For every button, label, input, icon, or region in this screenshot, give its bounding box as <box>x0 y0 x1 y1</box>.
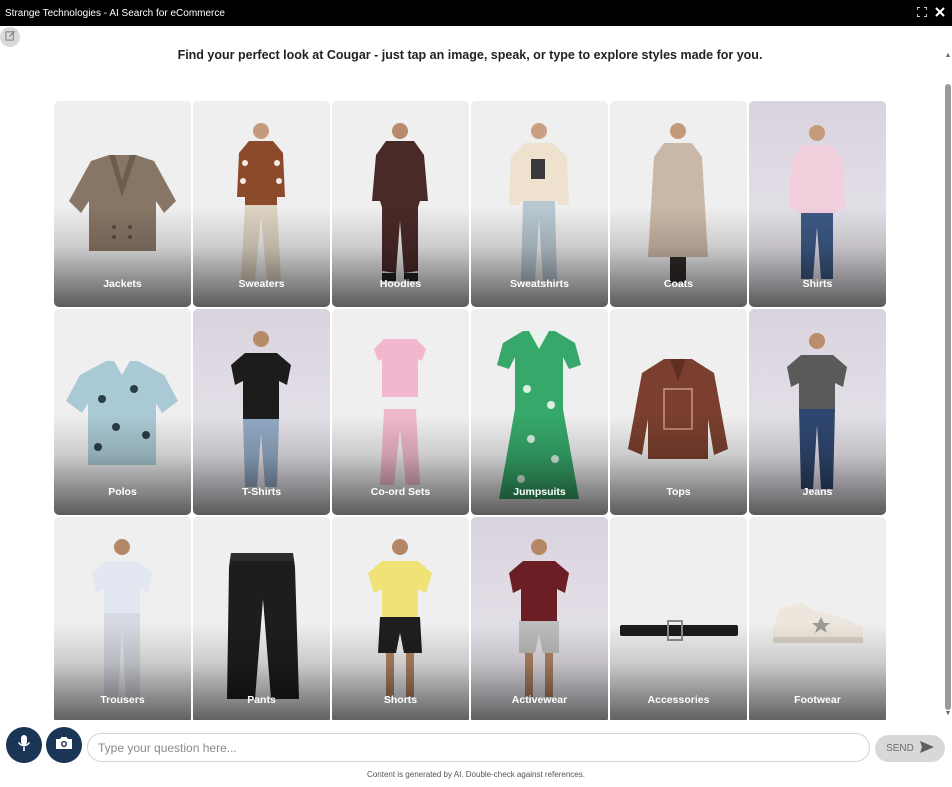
category-tile-accessories[interactable]: Accessories <box>610 517 747 720</box>
scroll-up-icon[interactable]: ▲ <box>944 52 952 60</box>
category-label: Jeans <box>802 486 833 498</box>
page-headline: Find your perfect look at Cougar - just … <box>177 48 763 62</box>
category-label: T-Shirts <box>241 486 282 498</box>
category-label: Shorts <box>383 694 418 706</box>
category-tile-jackets[interactable]: Jackets <box>54 101 191 307</box>
category-label: Footwear <box>794 694 841 706</box>
category-tile-tops[interactable]: Tops <box>610 309 747 515</box>
scroll-down-icon[interactable]: ▼ <box>944 710 952 718</box>
expand-icon[interactable] <box>916 6 928 18</box>
image-search-button[interactable] <box>46 727 82 763</box>
category-tile-jumpsuits[interactable]: Jumpsuits <box>471 309 608 515</box>
scrollbar-thumb[interactable] <box>945 84 951 710</box>
send-label: SEND <box>886 743 914 754</box>
send-button[interactable]: SEND <box>875 735 945 762</box>
category-label: Trousers <box>100 694 145 706</box>
category-grid: Jackets Sweaters Hoodies Sweatshirts Coa… <box>54 101 886 720</box>
edit-icon <box>4 28 16 46</box>
question-input[interactable] <box>87 733 870 762</box>
category-tile-coats[interactable]: Coats <box>610 101 747 307</box>
category-label: Tops <box>666 486 691 498</box>
category-label: Accessories <box>647 694 710 706</box>
ai-disclaimer: Content is generated by AI. Double-check… <box>367 770 585 779</box>
category-label: Activewear <box>511 694 568 706</box>
category-tile-footwear[interactable]: Footwear <box>749 517 886 720</box>
category-label: Jackets <box>103 278 142 290</box>
category-tile-polos[interactable]: Polos <box>54 309 191 515</box>
new-chat-button[interactable] <box>0 27 20 47</box>
category-label: Sweaters <box>238 278 285 290</box>
camera-icon <box>55 736 73 755</box>
category-label: Shirts <box>802 278 833 290</box>
category-tile-jeans[interactable]: Jeans <box>749 309 886 515</box>
window-title: Strange Technologies - AI Search for eCo… <box>5 7 225 19</box>
category-label: Co-ord Sets <box>370 486 431 498</box>
category-tile-sweatshirts[interactable]: Sweatshirts <box>471 101 608 307</box>
category-label: Pants <box>247 694 276 706</box>
send-icon <box>919 741 934 756</box>
category-tile-shirts[interactable]: Shirts <box>749 101 886 307</box>
category-label: Coats <box>663 278 694 290</box>
category-label: Hoodies <box>379 278 422 290</box>
category-label: Jumpsuits <box>513 486 566 498</box>
category-tile-sweaters[interactable]: Sweaters <box>193 101 330 307</box>
microphone-icon <box>17 734 31 757</box>
category-tile-pants[interactable]: Pants <box>193 517 330 720</box>
category-label: Sweatshirts <box>510 278 569 290</box>
category-label: Polos <box>108 486 137 498</box>
category-tile-tshirts[interactable]: T-Shirts <box>193 309 330 515</box>
category-tile-shorts[interactable]: Shorts <box>332 517 469 720</box>
chat-input-bar: SEND Content is generated by AI. Double-… <box>0 722 952 787</box>
close-icon[interactable] <box>934 6 946 18</box>
voice-input-button[interactable] <box>6 727 42 763</box>
category-tile-activewear[interactable]: Activewear <box>471 517 608 720</box>
category-tile-hoodies[interactable]: Hoodies <box>332 101 469 307</box>
window-titlebar: Strange Technologies - AI Search for eCo… <box>0 0 952 26</box>
category-tile-trousers[interactable]: Trousers <box>54 517 191 720</box>
category-tile-coord-sets[interactable]: Co-ord Sets <box>332 309 469 515</box>
scrollbar[interactable]: ▲ ▼ <box>944 48 952 720</box>
